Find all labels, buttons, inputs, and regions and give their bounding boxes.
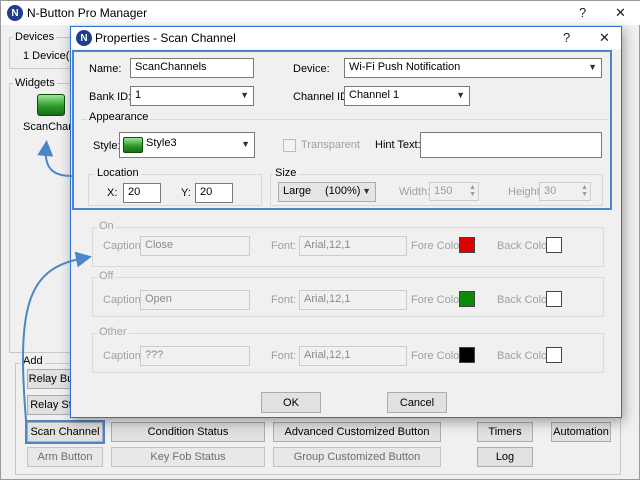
arrow-to-states (22, 251, 92, 421)
annotation-arrows (22, 140, 92, 421)
arrow-to-widget (37, 140, 73, 177)
